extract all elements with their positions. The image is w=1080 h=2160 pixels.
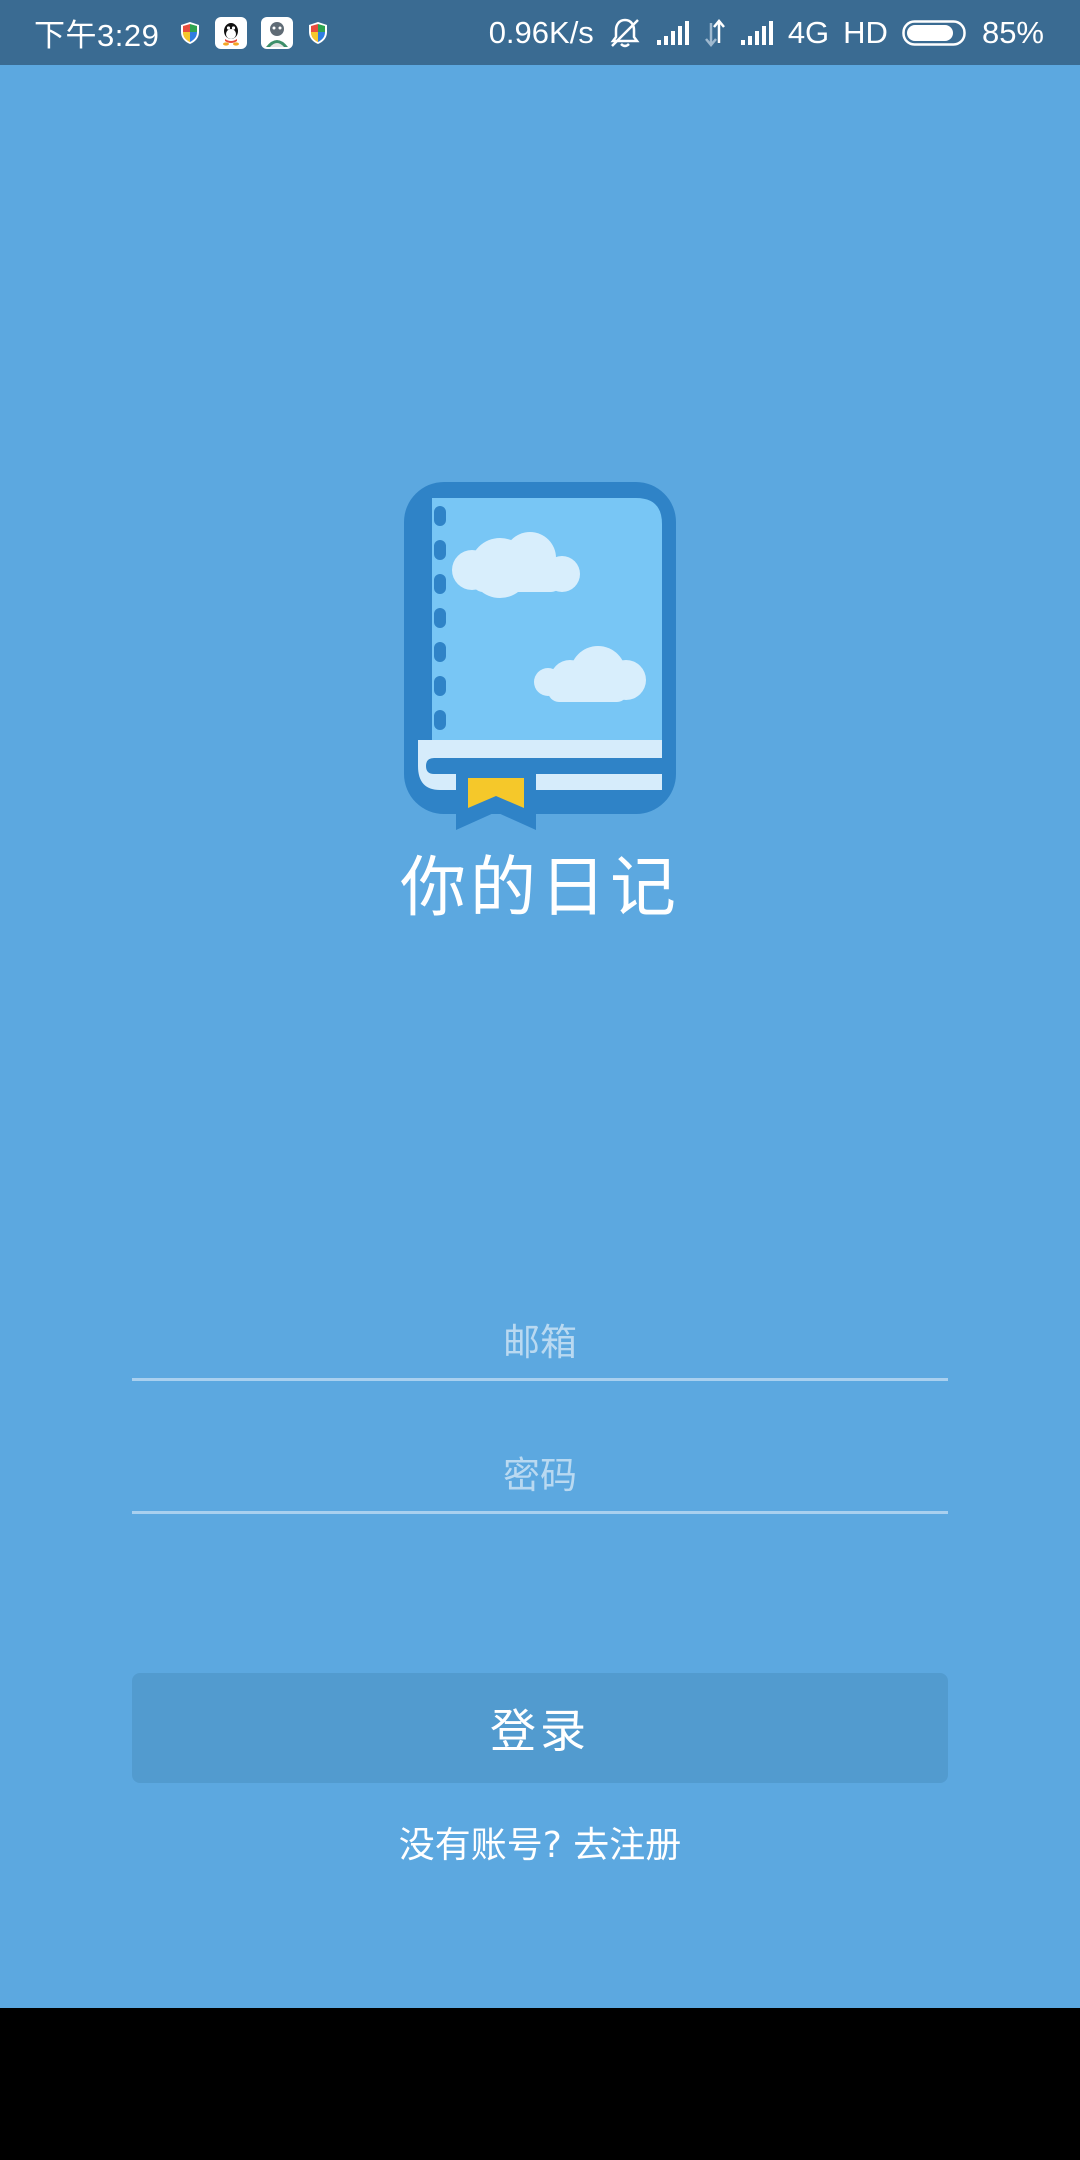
diary-book-icon [400, 478, 680, 830]
login-button[interactable]: 登录 [132, 1673, 948, 1783]
app-title: 你的日记 [400, 849, 680, 926]
data-arrows-icon [704, 18, 726, 47]
battery-icon [902, 19, 968, 46]
password-field [132, 1439, 948, 1514]
vibrate-off-icon [608, 16, 642, 50]
qq-icon [215, 16, 248, 49]
email-input[interactable] [132, 1306, 948, 1378]
app-avatar-icon [261, 16, 294, 49]
login-screen: 下午3:29 0.96K/s 4G HD 85% 你的日记 邮箱 登录 没有账号… [0, 0, 1080, 2008]
hd-label: HD [843, 14, 888, 50]
security-shield-icon [179, 21, 201, 45]
navigation-bar [0, 2008, 1080, 2160]
battery-percent: 85% [981, 14, 1044, 50]
status-time: 下午3:29 [34, 18, 160, 53]
signal-icon [656, 20, 690, 46]
network-speed: 0.96K/s [488, 14, 594, 50]
email-field [132, 1306, 948, 1381]
signal-icon [740, 20, 774, 46]
security-shield-icon [307, 21, 329, 45]
status-bar: 下午3:29 0.96K/s 4G HD 85% [0, 0, 1080, 65]
password-input[interactable] [132, 1439, 948, 1511]
network-type: 4G [787, 14, 830, 50]
register-link[interactable]: 没有账号? 去注册 [0, 1818, 1080, 1874]
status-bar-left: 下午3:29 [34, 0, 329, 65]
status-bar-right: 0.96K/s 4G HD 85% [489, 0, 1044, 65]
